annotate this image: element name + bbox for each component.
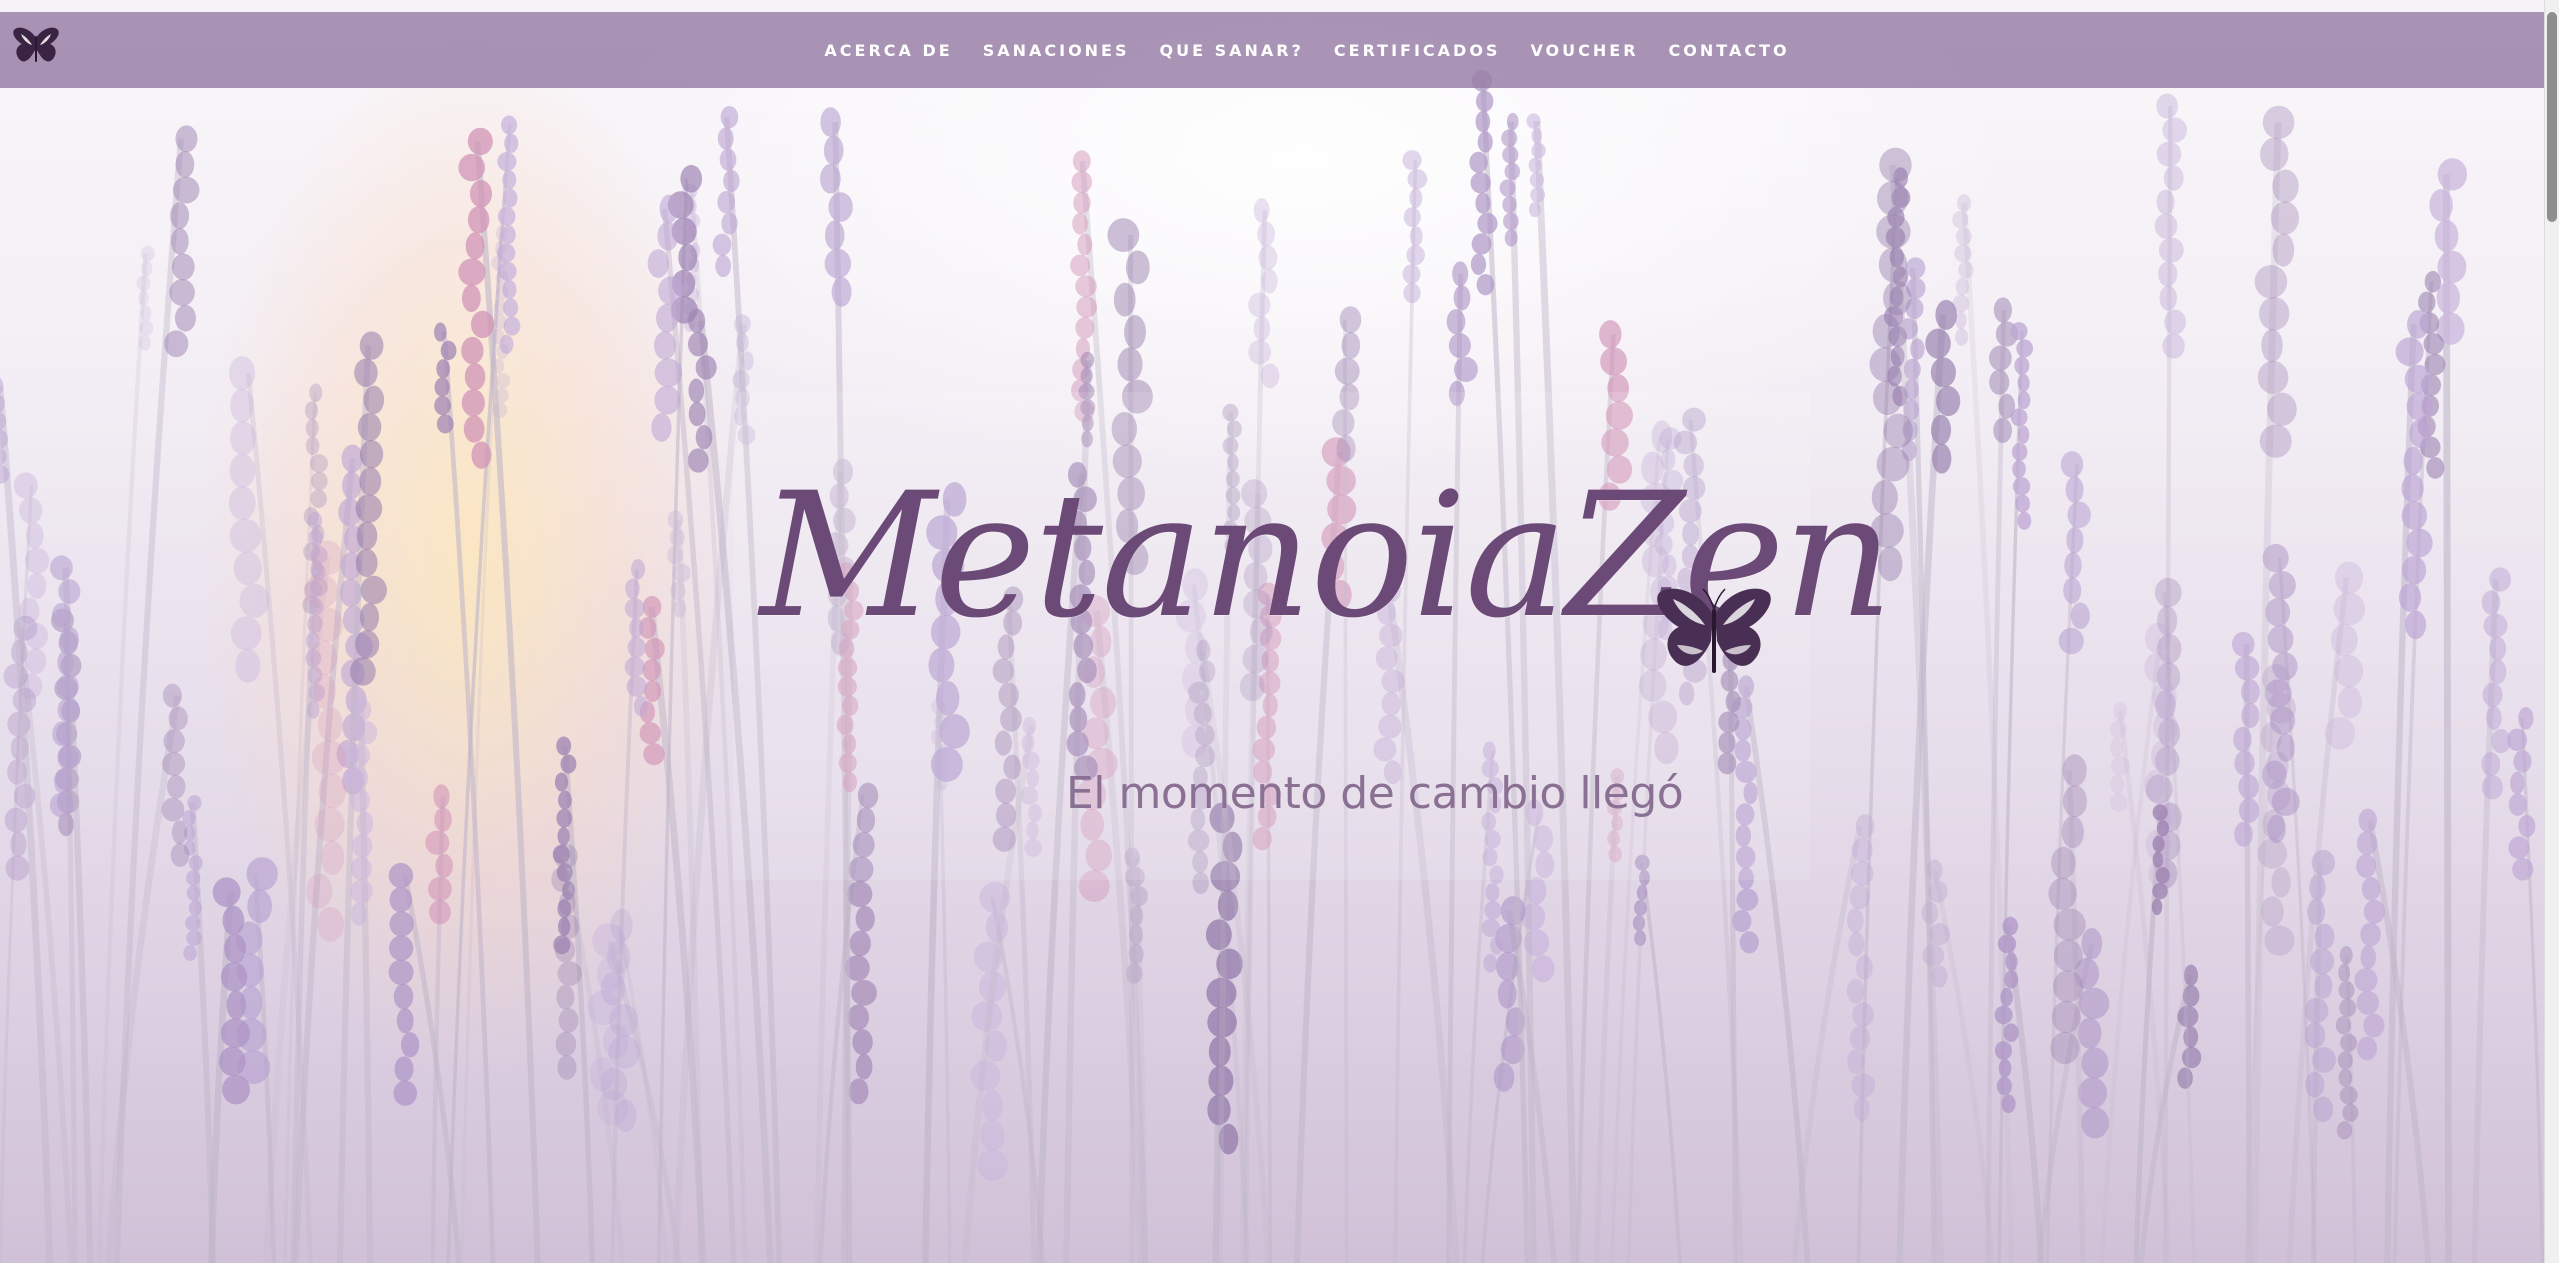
top-strip [0, 0, 2544, 12]
nav-item-contacto[interactable]: CONTACTO [1669, 41, 1790, 60]
nav-item-certificados[interactable]: CERTIFICADOS [1334, 41, 1501, 60]
hero-tagline: El momento de cambio llegó [1066, 768, 1684, 819]
scrollbar-thumb[interactable] [2547, 12, 2557, 222]
nav-menu: ACERCA DE SANACIONES QUE SANAR? CERTIFIC… [0, 12, 2544, 88]
nav-item-que-sanar[interactable]: QUE SANAR? [1160, 41, 1304, 60]
site-title: MetanoiaZen [760, 455, 1894, 656]
title-butterfly-icon [1655, 585, 1773, 685]
butterfly-icon [1657, 588, 1771, 673]
nav-item-acerca-de[interactable]: ACERCA DE [824, 41, 952, 60]
nav-item-sanaciones[interactable]: SANACIONES [983, 41, 1130, 60]
navbar: ACERCA DE SANACIONES QUE SANAR? CERTIFIC… [0, 12, 2544, 88]
nav-item-voucher[interactable]: VOUCHER [1530, 41, 1638, 60]
page: ACERCA DE SANACIONES QUE SANAR? CERTIFIC… [0, 0, 2559, 1263]
